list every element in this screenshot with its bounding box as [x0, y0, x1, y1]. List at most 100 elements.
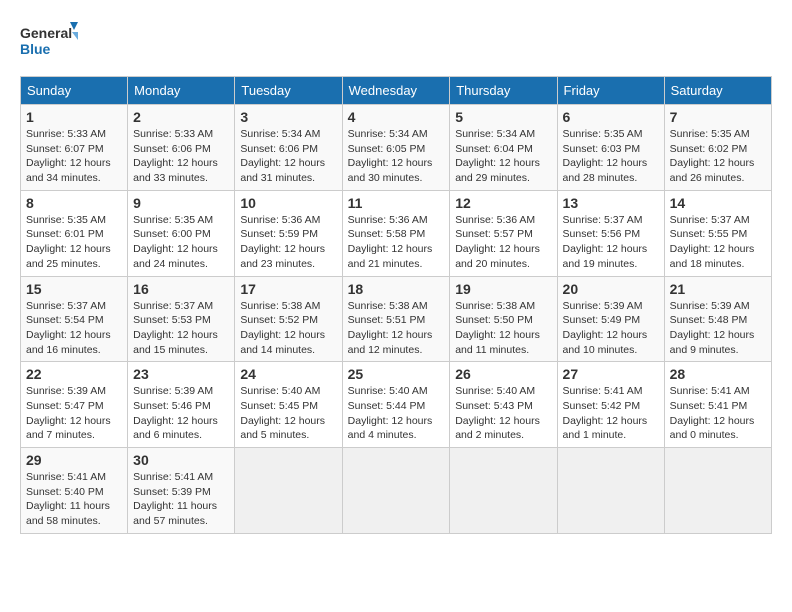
day-number: 18	[348, 281, 445, 297]
page-header: General Blue	[20, 20, 772, 60]
day-info: Sunrise: 5:40 AM Sunset: 5:43 PM Dayligh…	[455, 384, 551, 443]
day-info: Sunrise: 5:37 AM Sunset: 5:55 PM Dayligh…	[670, 213, 766, 272]
day-number: 23	[133, 366, 229, 382]
day-info: Sunrise: 5:37 AM Sunset: 5:56 PM Dayligh…	[563, 213, 659, 272]
day-info: Sunrise: 5:33 AM Sunset: 6:06 PM Dayligh…	[133, 127, 229, 186]
day-number: 26	[455, 366, 551, 382]
day-number: 9	[133, 195, 229, 211]
calendar-cell: 9 Sunrise: 5:35 AM Sunset: 6:00 PM Daylig…	[128, 190, 235, 276]
day-info: Sunrise: 5:36 AM Sunset: 5:58 PM Dayligh…	[348, 213, 445, 272]
calendar-cell: 10Sunrise: 5:36 AM Sunset: 5:59 PM Dayli…	[235, 190, 342, 276]
day-number: 1	[26, 109, 122, 125]
day-number: 20	[563, 281, 659, 297]
day-number: 5	[455, 109, 551, 125]
calendar-cell: 13 Sunrise: 5:37 AM Sunset: 5:56 PM Dayli…	[557, 190, 664, 276]
day-info: Sunrise: 5:33 AM Sunset: 6:07 PM Dayligh…	[26, 127, 122, 186]
calendar-cell	[450, 448, 557, 534]
calendar-cell	[342, 448, 450, 534]
calendar-cell: 1 Sunrise: 5:33 AM Sunset: 6:07 PM Daylig…	[21, 105, 128, 191]
svg-text:Blue: Blue	[20, 41, 51, 57]
day-number: 8	[26, 195, 122, 211]
day-number: 14	[670, 195, 766, 211]
day-number: 27	[563, 366, 659, 382]
day-number: 6	[563, 109, 659, 125]
header-row: SundayMondayTuesdayWednesdayThursdayFrid…	[21, 77, 772, 105]
day-number: 16	[133, 281, 229, 297]
calendar-cell: 26 Sunrise: 5:40 AM Sunset: 5:43 PM Dayli…	[450, 362, 557, 448]
day-number: 3	[240, 109, 336, 125]
day-info: Sunrise: 5:37 AM Sunset: 5:54 PM Dayligh…	[26, 299, 122, 358]
calendar-cell: 30 Sunrise: 5:41 AM Sunset: 5:39 PM Dayli…	[128, 448, 235, 534]
col-header-friday: Friday	[557, 77, 664, 105]
day-info: Sunrise: 5:40 AM Sunset: 5:44 PM Dayligh…	[348, 384, 445, 443]
day-info: Sunrise: 5:34 AM Sunset: 6:05 PM Dayligh…	[348, 127, 445, 186]
day-number: 15	[26, 281, 122, 297]
calendar-cell	[664, 448, 771, 534]
col-header-monday: Monday	[128, 77, 235, 105]
day-number: 28	[670, 366, 766, 382]
day-info: Sunrise: 5:41 AM Sunset: 5:42 PM Dayligh…	[563, 384, 659, 443]
calendar-cell: 25 Sunrise: 5:40 AM Sunset: 5:44 PM Dayli…	[342, 362, 450, 448]
calendar-cell	[557, 448, 664, 534]
day-info: Sunrise: 5:39 AM Sunset: 5:49 PM Dayligh…	[563, 299, 659, 358]
day-info: Sunrise: 5:38 AM Sunset: 5:50 PM Dayligh…	[455, 299, 551, 358]
day-info: Sunrise: 5:41 AM Sunset: 5:39 PM Dayligh…	[133, 470, 229, 529]
day-info: Sunrise: 5:40 AM Sunset: 5:45 PM Dayligh…	[240, 384, 336, 443]
calendar-cell: 11 Sunrise: 5:36 AM Sunset: 5:58 PM Dayli…	[342, 190, 450, 276]
day-info: Sunrise: 5:39 AM Sunset: 5:46 PM Dayligh…	[133, 384, 229, 443]
day-number: 13	[563, 195, 659, 211]
day-info: Sunrise: 5:39 AM Sunset: 5:48 PM Dayligh…	[670, 299, 766, 358]
day-number: 21	[670, 281, 766, 297]
calendar-cell: 24 Sunrise: 5:40 AM Sunset: 5:45 PM Dayli…	[235, 362, 342, 448]
calendar-cell: 6 Sunrise: 5:35 AM Sunset: 6:03 PM Daylig…	[557, 105, 664, 191]
calendar-row: 29 Sunrise: 5:41 AM Sunset: 5:40 PM Dayli…	[21, 448, 772, 534]
calendar-cell: 21 Sunrise: 5:39 AM Sunset: 5:48 PM Dayli…	[664, 276, 771, 362]
calendar-row: 1 Sunrise: 5:33 AM Sunset: 6:07 PM Daylig…	[21, 105, 772, 191]
calendar-cell: 2Sunrise: 5:33 AM Sunset: 6:06 PM Daylig…	[128, 105, 235, 191]
day-number: 22	[26, 366, 122, 382]
day-info: Sunrise: 5:41 AM Sunset: 5:40 PM Dayligh…	[26, 470, 122, 529]
calendar-table: SundayMondayTuesdayWednesdayThursdayFrid…	[20, 76, 772, 534]
calendar-cell: 23 Sunrise: 5:39 AM Sunset: 5:46 PM Dayli…	[128, 362, 235, 448]
calendar-cell: 5Sunrise: 5:34 AM Sunset: 6:04 PM Daylig…	[450, 105, 557, 191]
day-number: 12	[455, 195, 551, 211]
svg-text:General: General	[20, 25, 72, 41]
day-info: Sunrise: 5:36 AM Sunset: 5:57 PM Dayligh…	[455, 213, 551, 272]
calendar-cell: 8 Sunrise: 5:35 AM Sunset: 6:01 PM Daylig…	[21, 190, 128, 276]
calendar-cell: 15 Sunrise: 5:37 AM Sunset: 5:54 PM Dayli…	[21, 276, 128, 362]
calendar-cell: 18Sunrise: 5:38 AM Sunset: 5:51 PM Dayli…	[342, 276, 450, 362]
col-header-wednesday: Wednesday	[342, 77, 450, 105]
calendar-cell: 14 Sunrise: 5:37 AM Sunset: 5:55 PM Dayli…	[664, 190, 771, 276]
calendar-cell: 7Sunrise: 5:35 AM Sunset: 6:02 PM Daylig…	[664, 105, 771, 191]
calendar-row: 22Sunrise: 5:39 AM Sunset: 5:47 PM Dayli…	[21, 362, 772, 448]
day-info: Sunrise: 5:35 AM Sunset: 6:03 PM Dayligh…	[563, 127, 659, 186]
calendar-cell: 20 Sunrise: 5:39 AM Sunset: 5:49 PM Dayli…	[557, 276, 664, 362]
day-info: Sunrise: 5:36 AM Sunset: 5:59 PM Dayligh…	[240, 213, 336, 272]
calendar-cell: 22Sunrise: 5:39 AM Sunset: 5:47 PM Dayli…	[21, 362, 128, 448]
col-header-thursday: Thursday	[450, 77, 557, 105]
day-info: Sunrise: 5:38 AM Sunset: 5:52 PM Dayligh…	[240, 299, 336, 358]
calendar-cell: 17 Sunrise: 5:38 AM Sunset: 5:52 PM Dayli…	[235, 276, 342, 362]
day-info: Sunrise: 5:35 AM Sunset: 6:02 PM Dayligh…	[670, 127, 766, 186]
day-info: Sunrise: 5:41 AM Sunset: 5:41 PM Dayligh…	[670, 384, 766, 443]
col-header-tuesday: Tuesday	[235, 77, 342, 105]
calendar-cell: 3Sunrise: 5:34 AM Sunset: 6:06 PM Daylig…	[235, 105, 342, 191]
calendar-row: 8 Sunrise: 5:35 AM Sunset: 6:01 PM Daylig…	[21, 190, 772, 276]
day-info: Sunrise: 5:35 AM Sunset: 6:01 PM Dayligh…	[26, 213, 122, 272]
day-number: 4	[348, 109, 445, 125]
calendar-cell: 28 Sunrise: 5:41 AM Sunset: 5:41 PM Dayli…	[664, 362, 771, 448]
day-number: 17	[240, 281, 336, 297]
calendar-cell: 19 Sunrise: 5:38 AM Sunset: 5:50 PM Dayli…	[450, 276, 557, 362]
day-number: 30	[133, 452, 229, 468]
day-number: 29	[26, 452, 122, 468]
day-number: 19	[455, 281, 551, 297]
day-number: 11	[348, 195, 445, 211]
logo: General Blue	[20, 20, 80, 60]
calendar-cell: 12 Sunrise: 5:36 AM Sunset: 5:57 PM Dayli…	[450, 190, 557, 276]
day-info: Sunrise: 5:35 AM Sunset: 6:00 PM Dayligh…	[133, 213, 229, 272]
calendar-cell: 27 Sunrise: 5:41 AM Sunset: 5:42 PM Dayli…	[557, 362, 664, 448]
col-header-sunday: Sunday	[21, 77, 128, 105]
day-info: Sunrise: 5:37 AM Sunset: 5:53 PM Dayligh…	[133, 299, 229, 358]
day-number: 24	[240, 366, 336, 382]
day-number: 25	[348, 366, 445, 382]
